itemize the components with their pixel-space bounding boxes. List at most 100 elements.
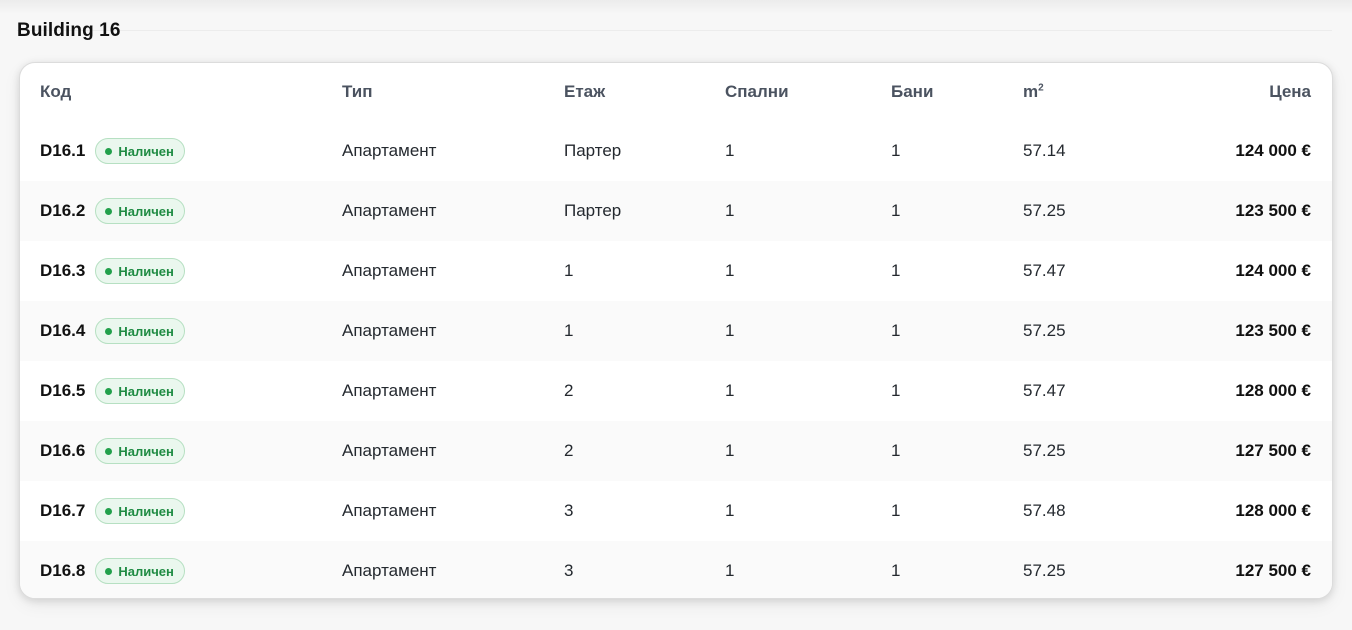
unit-code-cell: D16.5 Наличен	[20, 361, 342, 421]
table-row[interactable]: D16.1 Наличен Апартамент Партер 1 1 57.14 124 0…	[20, 121, 1332, 181]
column-header-code[interactable]: Код	[20, 63, 342, 121]
unit-bathrooms: 1	[891, 201, 901, 220]
unit-code-wrap: D16.4 Наличен	[40, 318, 342, 344]
table-row[interactable]: D16.2 Наличен Апартамент Партер 1 1 57.25 123 5…	[20, 181, 1332, 241]
column-header-bathrooms[interactable]: Бани	[891, 63, 1023, 121]
status-dot-icon	[105, 447, 113, 455]
unit-code[interactable]: D16.8	[40, 561, 85, 581]
column-header-bedrooms[interactable]: Спални	[725, 63, 891, 121]
unit-code-cell: D16.3 Наличен	[20, 241, 342, 301]
table-row[interactable]: D16.5 Наличен Апартамент 2 1 1 57.47 128 000 €	[20, 361, 1332, 421]
unit-area: 57.47	[1023, 381, 1066, 400]
unit-code-cell: D16.8 Наличен	[20, 541, 342, 598]
status-badge: Наличен	[95, 498, 185, 524]
unit-price: 123 500 €	[1235, 321, 1311, 340]
unit-area: 57.25	[1023, 441, 1066, 460]
unit-floor: 2	[564, 441, 574, 460]
table-row[interactable]: D16.4 Наличен Апартамент 1 1 1 57.25 123 500 €	[20, 301, 1332, 361]
units-table: Код Тип Етаж Спални Бани m2 Цена D16.1 На…	[20, 63, 1332, 598]
table-row[interactable]: D16.7 Наличен Апартамент 3 1 1 57.48 128 000 €	[20, 481, 1332, 541]
unit-area: 57.25	[1023, 561, 1066, 580]
status-dot-icon	[105, 567, 113, 575]
unit-area: 57.14	[1023, 141, 1066, 160]
unit-price: 123 500 €	[1235, 201, 1311, 220]
unit-area: 57.47	[1023, 261, 1066, 280]
top-shadow	[0, 0, 1352, 14]
unit-code-wrap: D16.7 Наличен	[40, 498, 342, 524]
unit-price: 128 000 €	[1235, 381, 1311, 400]
unit-floor: 3	[564, 501, 574, 520]
unit-bathrooms: 1	[891, 561, 901, 580]
header-row: Код Тип Етаж Спални Бани m2 Цена	[20, 63, 1332, 121]
page: Building 16 Код Тип Етаж Спални Бани m2 …	[0, 0, 1352, 630]
unit-bedrooms: 1	[725, 141, 735, 160]
unit-bedrooms: 1	[725, 261, 735, 280]
unit-type: Апартамент	[342, 261, 437, 280]
status-badge: Наличен	[95, 198, 185, 224]
table-body: D16.1 Наличен Апартамент Партер 1 1 57.14 124 0…	[20, 121, 1332, 598]
unit-floor: 1	[564, 261, 574, 280]
unit-code-cell: D16.7 Наличен	[20, 481, 342, 541]
unit-code-cell: D16.6 Наличен	[20, 421, 342, 481]
status-badge: Наличен	[95, 438, 185, 464]
unit-price: 127 500 €	[1235, 441, 1311, 460]
unit-type: Апартамент	[342, 321, 437, 340]
unit-bedrooms: 1	[725, 561, 735, 580]
unit-price: 128 000 €	[1235, 501, 1311, 520]
unit-code-wrap: D16.6 Наличен	[40, 438, 342, 464]
unit-code-wrap: D16.5 Наличен	[40, 378, 342, 404]
unit-type: Апартамент	[342, 381, 437, 400]
unit-bathrooms: 1	[891, 381, 901, 400]
unit-code[interactable]: D16.5	[40, 381, 85, 401]
unit-code[interactable]: D16.3	[40, 261, 85, 281]
unit-type: Апартамент	[342, 141, 437, 160]
status-label: Наличен	[118, 443, 174, 459]
status-label: Наличен	[118, 263, 174, 279]
status-label: Наличен	[118, 323, 174, 339]
table-row[interactable]: D16.6 Наличен Апартамент 2 1 1 57.25 127 500 €	[20, 421, 1332, 481]
status-dot-icon	[105, 267, 113, 275]
status-dot-icon	[105, 507, 113, 515]
unit-area: 57.48	[1023, 501, 1066, 520]
column-header-type[interactable]: Тип	[342, 63, 564, 121]
column-header-area[interactable]: m2	[1023, 63, 1163, 121]
unit-area: 57.25	[1023, 201, 1066, 220]
units-table-card: Код Тип Етаж Спални Бани m2 Цена D16.1 На…	[19, 62, 1333, 599]
unit-floor: Партер	[564, 141, 622, 160]
unit-code[interactable]: D16.6	[40, 441, 85, 461]
table-header: Код Тип Етаж Спални Бани m2 Цена	[20, 63, 1332, 121]
unit-code[interactable]: D16.7	[40, 501, 85, 521]
unit-code[interactable]: D16.2	[40, 201, 85, 221]
unit-bedrooms: 1	[725, 441, 735, 460]
unit-code[interactable]: D16.4	[40, 321, 85, 341]
unit-code-wrap: D16.2 Наличен	[40, 198, 342, 224]
status-badge: Наличен	[95, 378, 185, 404]
table-row[interactable]: D16.3 Наличен Апартамент 1 1 1 57.47 124 000 €	[20, 241, 1332, 301]
unit-floor: 2	[564, 381, 574, 400]
column-header-floor[interactable]: Етаж	[564, 63, 725, 121]
column-header-price[interactable]: Цена	[1163, 63, 1332, 121]
status-label: Наличен	[118, 383, 174, 399]
status-label: Наличен	[118, 563, 174, 579]
unit-bathrooms: 1	[891, 441, 901, 460]
table-row[interactable]: D16.8 Наличен Апартамент 3 1 1 57.25 127 500 €	[20, 541, 1332, 598]
unit-code-wrap: D16.3 Наличен	[40, 258, 342, 284]
area-unit-base: m	[1023, 82, 1039, 101]
unit-code-wrap: D16.1 Наличен	[40, 138, 342, 164]
unit-bathrooms: 1	[891, 261, 901, 280]
status-label: Наличен	[118, 503, 174, 519]
status-dot-icon	[105, 207, 113, 215]
unit-bedrooms: 1	[725, 381, 735, 400]
unit-price: 127 500 €	[1235, 561, 1311, 580]
status-label: Наличен	[118, 143, 174, 159]
unit-bedrooms: 1	[725, 321, 735, 340]
unit-floor: Партер	[564, 201, 622, 220]
unit-code-cell: D16.4 Наличен	[20, 301, 342, 361]
unit-code-wrap: D16.8 Наличен	[40, 558, 342, 584]
unit-bathrooms: 1	[891, 321, 901, 340]
status-dot-icon	[105, 327, 113, 335]
unit-bathrooms: 1	[891, 501, 901, 520]
unit-code[interactable]: D16.1	[40, 141, 85, 161]
status-dot-icon	[105, 147, 113, 155]
status-badge: Наличен	[95, 318, 185, 344]
